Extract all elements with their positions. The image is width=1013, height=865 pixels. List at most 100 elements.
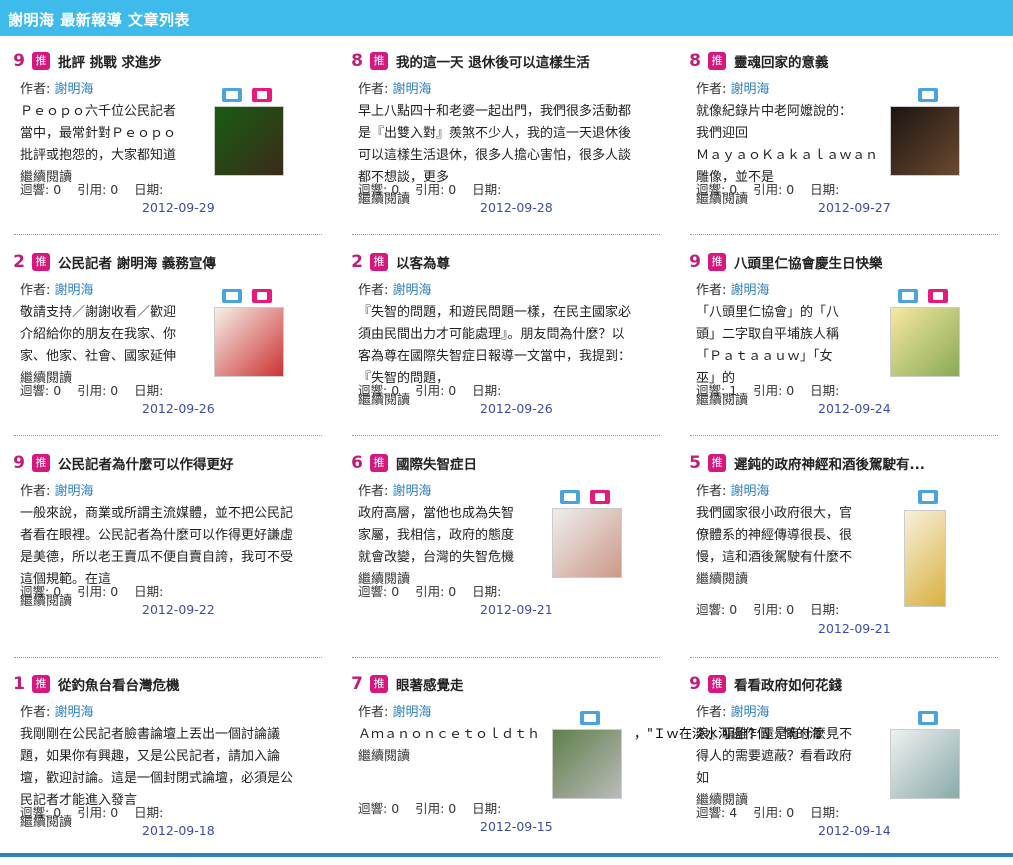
author-link[interactable]: 謝明海 — [393, 484, 432, 499]
body-line: 是『出雙入對』羨煞不少人，我的這一天退休後 — [358, 126, 632, 141]
cite-count: 0 — [448, 801, 457, 816]
article-thumbnail[interactable] — [904, 510, 946, 607]
author-link[interactable]: 謝明海 — [731, 283, 770, 298]
article-stats: 迴響: 0 引用: 0 日期: — [358, 798, 501, 817]
body-line: 當中，最常針對Ｐｅｏｐｏ — [20, 126, 177, 141]
article-thumbnail[interactable] — [890, 729, 960, 799]
push-count: 2 — [351, 251, 363, 272]
article-title-link[interactable]: 以客為尊 — [396, 252, 450, 272]
article-title-link[interactable]: 眼著感覺走 — [396, 674, 464, 694]
body-line: Ｐｅｏｐｏ六千位公民記者 — [20, 104, 177, 119]
article-thumbnail[interactable] — [890, 307, 960, 377]
article-card: 1 推從釣魚台看台灣危機 作者: 謝明海 我剛剛在公民記者臉書論壇上丟出一個討論議 題，… — [0, 665, 320, 865]
article-thumbnail[interactable] — [890, 106, 960, 176]
article-header: 9 推批評 挑戰 求進步 — [8, 50, 162, 72]
article-card: 8 推我的這一天 退休後可以這樣生活 作者: 謝明海 早上八點四十和老婆一起出門，我們… — [338, 42, 660, 242]
article-excerpt: Ａｍａｎｏｎｃｅｔｏｌｄｔｈ 繼續閱讀 — [358, 724, 540, 768]
body-line: 慢，這和酒後駕駛有什麼不 — [696, 550, 853, 565]
author-link[interactable]: 謝明海 — [55, 82, 94, 97]
article-date: 2012-09-26 — [480, 401, 553, 416]
body-line: 政府高層，當他也成為失智 — [358, 506, 515, 521]
push-badge[interactable]: 推 — [370, 453, 388, 472]
echo-label: 迴響: — [696, 182, 726, 197]
article-thumbnail[interactable] — [552, 508, 622, 578]
author-label: 作者: — [696, 484, 727, 499]
push-badge[interactable]: 推 — [708, 674, 726, 693]
article-title-link[interactable]: 公民記者 謝明海 義務宣傳 — [58, 252, 216, 272]
echo-count: 0 — [53, 805, 62, 820]
push-count: 8 — [689, 50, 701, 71]
echo-count: 0 — [53, 383, 62, 398]
echo-label: 迴響: — [696, 602, 726, 617]
author-link[interactable]: 謝明海 — [731, 484, 770, 499]
date-label: 日期: — [472, 584, 502, 599]
article-title-link[interactable]: 公民記者為什麼可以作得更好 — [58, 453, 234, 473]
cite-count: 0 — [448, 182, 457, 197]
photo-icon — [580, 711, 600, 725]
article-stats: 迴響: 0 引用: 0 日期: — [20, 179, 163, 198]
card-divider — [690, 657, 998, 658]
article-thumbnail[interactable] — [214, 106, 284, 176]
author-link[interactable]: 謝明海 — [55, 705, 94, 720]
article-thumbnail[interactable] — [552, 729, 622, 799]
push-badge[interactable]: 推 — [32, 51, 50, 70]
push-badge[interactable]: 推 — [32, 674, 50, 693]
push-badge[interactable]: 推 — [32, 453, 50, 472]
cite-count: 0 — [786, 383, 795, 398]
media-icons — [580, 711, 630, 727]
card-divider — [352, 657, 660, 658]
cite-count: 0 — [110, 182, 119, 197]
article-title-link[interactable]: 看看政府如何花錢 — [734, 674, 842, 694]
author-line: 作者: 謝明海 — [20, 480, 94, 499]
echo-label: 迴響: — [696, 383, 726, 398]
article-thumbnail[interactable] — [214, 307, 284, 377]
push-badge[interactable]: 推 — [370, 51, 388, 70]
article-title-link[interactable]: 批評 挑戰 求進步 — [58, 51, 162, 71]
author-label: 作者: — [20, 82, 51, 97]
article-title-link[interactable]: 靈魂回家的意義 — [734, 51, 829, 71]
author-link[interactable]: 謝明海 — [55, 484, 94, 499]
photo-icon — [918, 490, 938, 504]
push-badge[interactable]: 推 — [370, 674, 388, 693]
article-date: 2012-09-22 — [142, 602, 215, 617]
author-link[interactable]: 謝明海 — [731, 82, 770, 97]
push-badge[interactable]: 推 — [708, 453, 726, 472]
read-more-link[interactable]: 繼續閱讀 — [358, 749, 410, 764]
body-line: 家、他家、社會、國家延伸 — [20, 349, 177, 364]
push-badge[interactable]: 推 — [370, 252, 388, 271]
body-line: 我剛剛在公民記者臉書論壇上丟出一個討論議 — [20, 727, 281, 742]
article-header: 8 推我的這一天 退休後可以這樣生活 — [346, 50, 590, 72]
body-line: 敬請支持／謝謝收看／歡迎 — [20, 305, 177, 320]
article-date: 2012-09-14 — [818, 823, 891, 838]
author-link[interactable]: 謝明海 — [731, 705, 770, 720]
article-title-link[interactable]: 我的這一天 退休後可以這樣生活 — [396, 51, 590, 71]
push-count: 8 — [351, 50, 363, 71]
article-stats: 迴響: 4 引用: 0 日期: — [696, 802, 839, 821]
author-link[interactable]: 謝明海 — [393, 82, 432, 97]
echo-count: 4 — [729, 805, 738, 820]
card-divider — [690, 435, 998, 436]
article-title-link[interactable]: 遲鈍的政府神經和酒後駕駛有... — [734, 453, 925, 473]
body-line: 浪』騙誰？還是有什麼見不 — [696, 727, 853, 742]
article-excerpt: Ｐｅｏｐｏ六千位公民記者 當中，最常針對Ｐｅｏｐｏ 批評或抱怨的，大家都知道 繼續閱讀 — [20, 101, 176, 189]
photo-icon — [222, 289, 242, 303]
push-badge[interactable]: 推 — [708, 51, 726, 70]
article-title-link[interactable]: 從釣魚台看台灣危機 — [58, 674, 180, 694]
article-title-link[interactable]: 八頭里仁協會慶生日快樂 — [734, 252, 883, 272]
author-link[interactable]: 謝明海 — [55, 283, 94, 298]
read-more-link[interactable]: 繼續閱讀 — [696, 572, 748, 587]
push-count: 9 — [13, 452, 25, 473]
date-label: 日期: — [134, 383, 164, 398]
echo-label: 迴響: — [20, 805, 50, 820]
push-badge[interactable]: 推 — [32, 252, 50, 271]
body-line: 家屬，我相信，政府的態度 — [358, 528, 515, 543]
article-title-link[interactable]: 國際失智症日 — [396, 453, 477, 473]
media-icons — [222, 88, 272, 104]
push-badge[interactable]: 推 — [708, 252, 726, 271]
author-link[interactable]: 謝明海 — [393, 283, 432, 298]
push-count: 5 — [689, 452, 701, 473]
author-link[interactable]: 謝明海 — [393, 705, 432, 720]
media-icons — [918, 88, 968, 104]
cite-label: 引用: — [753, 383, 783, 398]
body-line: 須由民間出力才可能處理』。朋友問為什麼？以 — [358, 327, 625, 342]
